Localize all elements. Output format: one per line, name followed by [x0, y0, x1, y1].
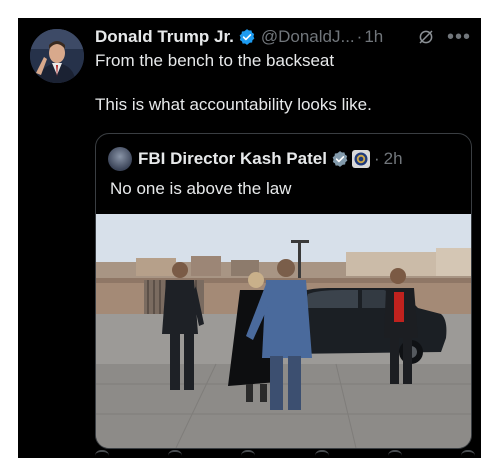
post-timestamp[interactable]: 1h	[364, 27, 383, 47]
quoted-post-timestamp[interactable]: 2h	[384, 149, 403, 169]
quoted-author-name[interactable]: FBI Director Kash Patel	[138, 149, 327, 169]
separator-dot: ·	[356, 27, 363, 46]
grok-icon[interactable]	[417, 28, 435, 46]
share-icon[interactable]	[460, 450, 475, 458]
post-actions-bar	[95, 450, 475, 458]
post-text-line-2: This is what accountability looks like.	[95, 95, 372, 114]
post-card[interactable]: Donald Trump Jr. @DonaldJ... · 1h ••• Fr…	[18, 18, 481, 458]
like-icon[interactable]	[241, 450, 256, 458]
bookmark-icon[interactable]	[387, 450, 402, 458]
quoted-post-text: No one is above the law	[110, 179, 292, 198]
quoted-post-header: FBI Director Kash Patel · 2h	[108, 147, 461, 171]
fbi-seal-icon	[351, 150, 370, 168]
views-icon[interactable]	[314, 450, 329, 458]
author-avatar[interactable]	[30, 29, 84, 83]
repost-icon[interactable]	[168, 450, 183, 458]
verified-badge-icon	[331, 150, 349, 168]
post-header: Donald Trump Jr. @DonaldJ... · 1h •••	[95, 26, 471, 48]
quoted-author-avatar[interactable]	[108, 147, 132, 171]
author-handle[interactable]: @DonaldJ...	[261, 27, 355, 47]
reply-icon[interactable]	[95, 450, 109, 458]
quoted-post-photo[interactable]	[96, 214, 471, 448]
quoted-post[interactable]: FBI Director Kash Patel · 2h No one is a…	[95, 133, 472, 449]
post-text: From the bench to the backseat This is w…	[95, 50, 469, 116]
post-text-line-1: From the bench to the backseat	[95, 51, 335, 70]
more-icon[interactable]: •••	[447, 27, 471, 47]
author-name[interactable]: Donald Trump Jr.	[95, 27, 234, 47]
separator-dot: ·	[373, 149, 380, 168]
verified-badge-icon[interactable]	[238, 28, 256, 46]
